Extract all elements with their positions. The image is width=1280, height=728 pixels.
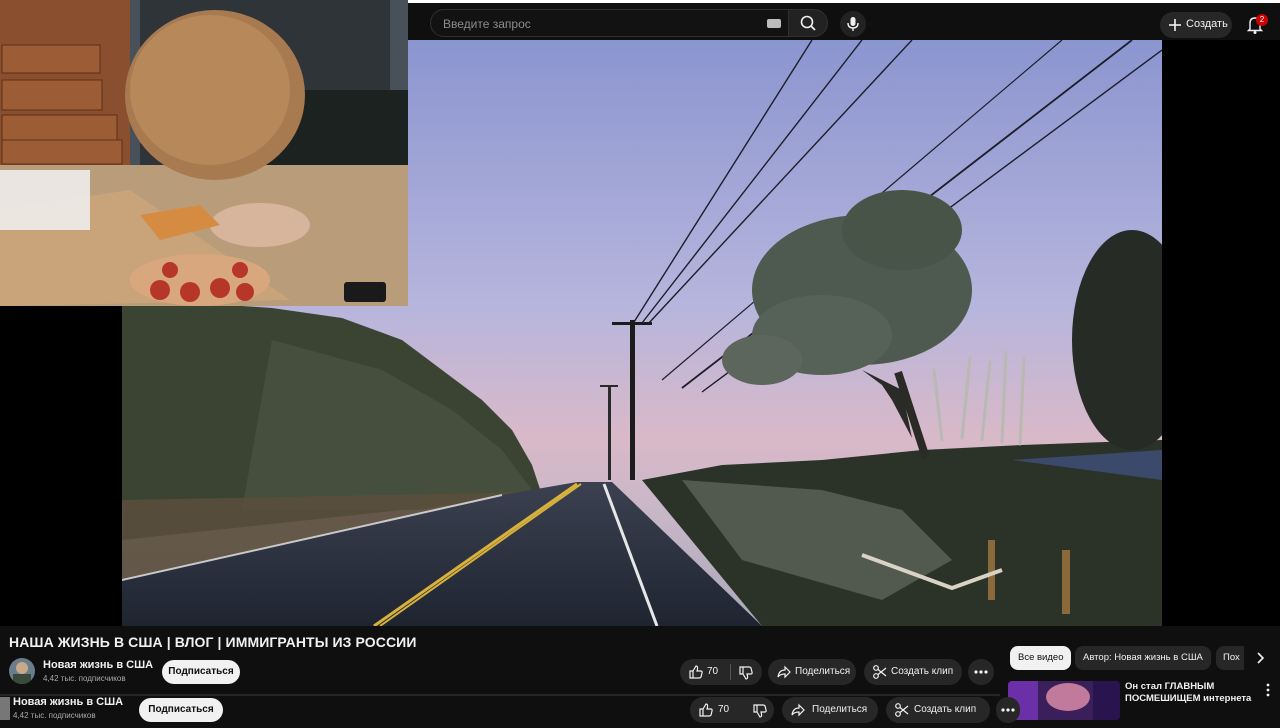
webcam-feed [0, 0, 408, 306]
player-letterbox-right [1162, 40, 1280, 626]
video-title: НАША ЖИЗНЬ В США | ВЛОГ | ИММИГРАНТЫ ИЗ … [9, 634, 417, 650]
chip-author[interactable]: Автор: Новая жизнь в США [1075, 646, 1211, 670]
more-horizontal-icon [1001, 708, 1015, 712]
create-label: Создать [1186, 18, 1228, 30]
like-button[interactable]: 70 [680, 659, 728, 685]
notification-count-badge: 2 [1256, 14, 1268, 26]
like-count: 70 [707, 666, 719, 677]
chip-all-videos[interactable]: Все видео [1010, 646, 1072, 670]
player-letterbox-left [0, 306, 122, 626]
channel-avatar-duplicate[interactable] [0, 697, 10, 720]
thumbs-down-icon [753, 704, 767, 718]
like-count-duplicate: 70 [718, 704, 730, 715]
mic-icon [847, 17, 859, 31]
share-icon [791, 703, 805, 717]
create-clip-button-duplicate[interactable]: Создать клип [886, 697, 990, 723]
share-icon [777, 665, 791, 679]
chevron-right-icon [1257, 652, 1265, 664]
share-button-duplicate[interactable]: Поделиться [782, 697, 878, 723]
dislike-button[interactable] [732, 659, 762, 685]
create-button[interactable]: Создать [1160, 12, 1232, 38]
share-button[interactable]: Поделиться [768, 659, 856, 685]
keyboard-icon[interactable] [767, 19, 781, 28]
progress-divider [0, 694, 1000, 696]
webcam-overlay [0, 0, 408, 306]
chip-related[interactable]: Пох [1216, 646, 1244, 670]
create-clip-label-duplicate: Создать клип [914, 704, 977, 715]
voice-search-button[interactable] [840, 11, 866, 37]
share-label-duplicate: Поделиться [812, 704, 868, 715]
more-actions-button[interactable] [968, 659, 994, 685]
search-button[interactable] [788, 9, 828, 37]
thumbs-down-icon [739, 666, 753, 680]
more-vertical-icon [1266, 683, 1270, 697]
thumbs-up-icon [699, 703, 713, 717]
recommended-video-thumbnail[interactable] [1008, 681, 1120, 720]
create-clip-button[interactable]: Создать клип [864, 659, 962, 685]
recommended-video-title[interactable]: Он стал ГЛАВНЫМ ПОСМЕШИЩЕМ интернета з [1125, 681, 1253, 703]
search-box [430, 9, 790, 37]
top-bar: Создать 2 [408, 0, 1280, 40]
more-horizontal-icon [974, 670, 988, 674]
share-label: Поделиться [795, 666, 851, 677]
create-clip-label: Создать клип [891, 666, 954, 677]
like-divider [730, 664, 731, 680]
like-dislike-group: 70 [680, 659, 762, 685]
thumbs-up-icon [689, 665, 703, 679]
channel-name[interactable]: Новая жизнь в США [43, 659, 153, 671]
subscribe-button[interactable]: Подписаться [162, 660, 240, 684]
plus-icon [1169, 19, 1181, 31]
scissors-icon [873, 665, 887, 679]
channel-avatar-image [9, 658, 35, 684]
subscribe-button-duplicate[interactable]: Подписаться [139, 698, 223, 722]
subscriber-count-duplicate: 4,42 тыс. подписчиков [13, 711, 96, 720]
search-icon [800, 15, 816, 31]
channel-avatar[interactable] [9, 658, 35, 684]
subscriber-count: 4,42 тыс. подписчиков [43, 674, 126, 683]
scissors-icon [895, 703, 909, 717]
recommended-video-menu[interactable] [1262, 682, 1274, 698]
more-actions-button-duplicate[interactable] [996, 697, 1020, 723]
search-input[interactable] [441, 14, 755, 34]
like-dislike-group-duplicate: 70 [690, 697, 774, 723]
like-button-duplicate[interactable]: 70 [690, 697, 740, 723]
dislike-button-duplicate[interactable] [746, 697, 774, 723]
chips-next-button[interactable] [1252, 650, 1268, 666]
channel-name-duplicate[interactable]: Новая жизнь в США [13, 696, 123, 708]
recommended-thumbnail-image [1008, 681, 1120, 720]
